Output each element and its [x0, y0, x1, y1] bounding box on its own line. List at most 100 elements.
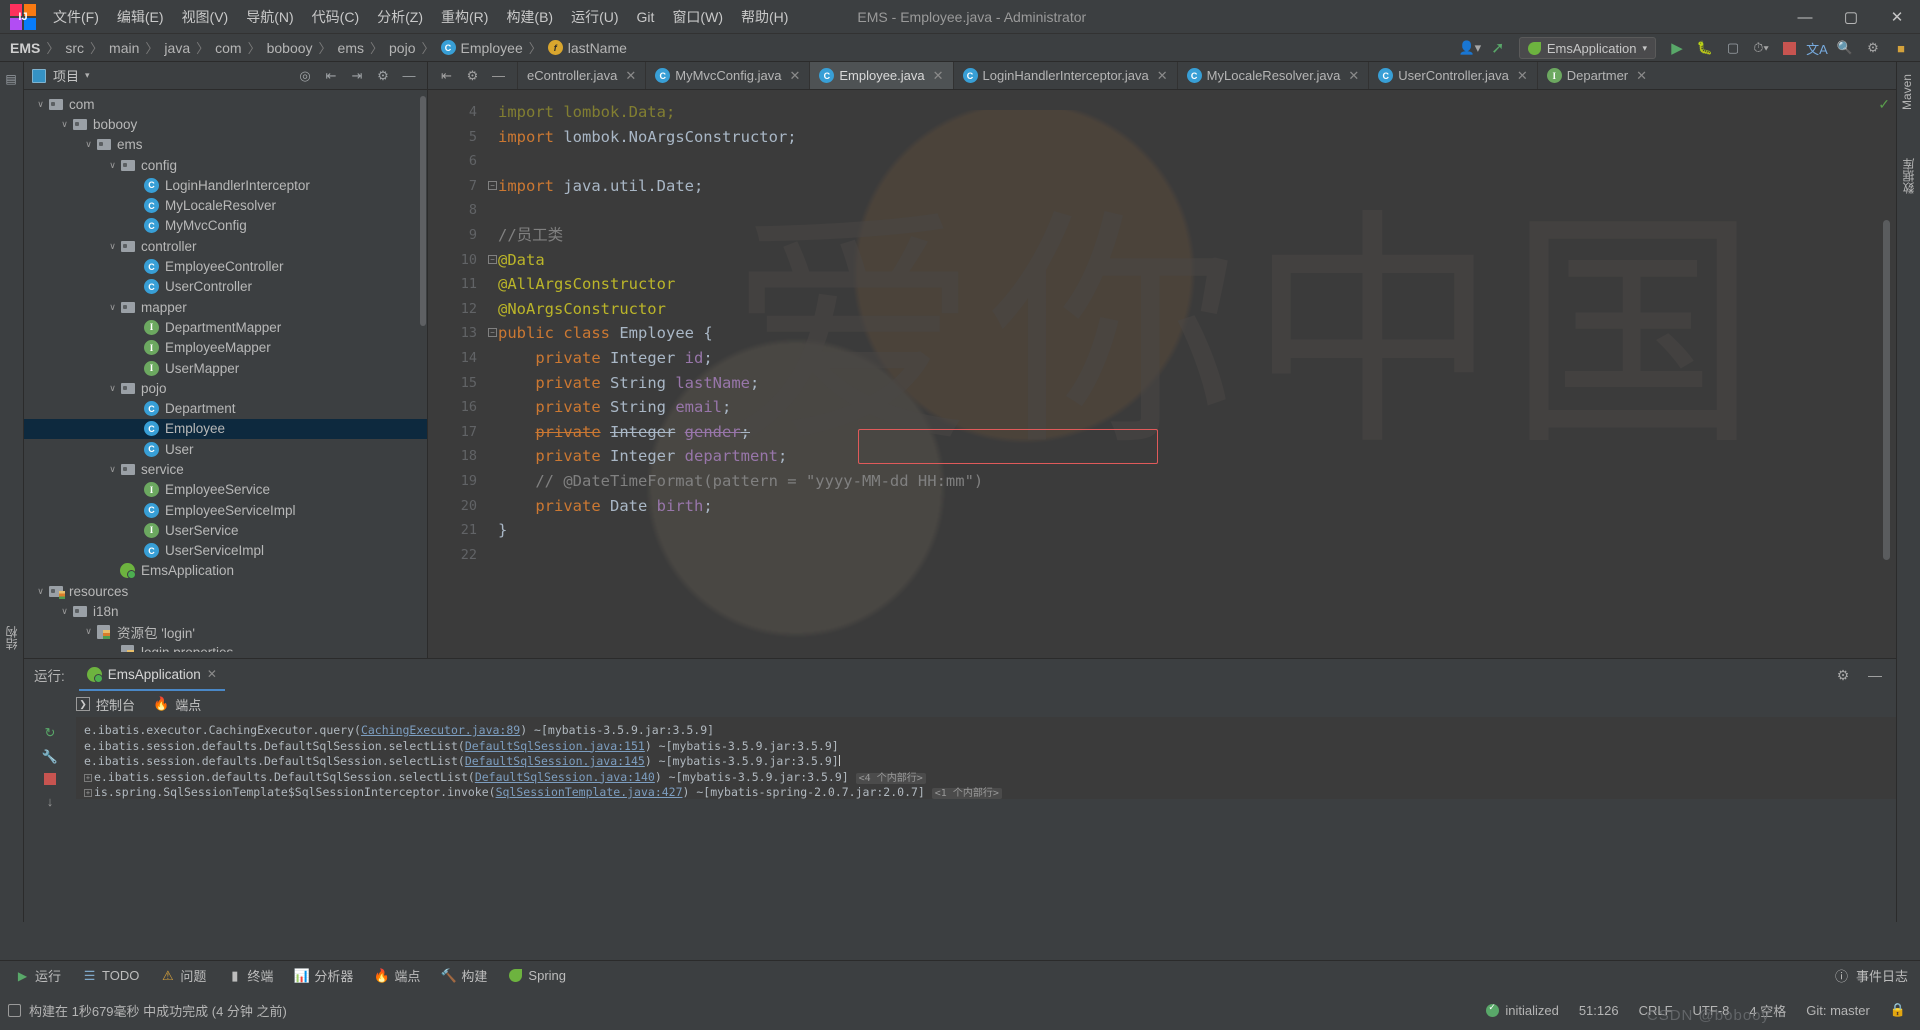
stop-icon[interactable]: [44, 773, 56, 785]
tree-node-i18n[interactable]: ∨ i18n: [24, 601, 427, 621]
breadcrumb-item-bobooy[interactable]: bobooy: [267, 40, 313, 56]
fold-marker-icon[interactable]: −: [488, 328, 497, 338]
bottom-tab-todo[interactable]: ☰ TODO: [73, 964, 149, 987]
close-button[interactable]: ✕: [1874, 0, 1920, 34]
editor-tab-employee-java[interactable]: C Employee.java ✕: [809, 62, 953, 89]
console-link[interactable]: CachingExecutor.java:89: [361, 723, 520, 737]
gear-icon[interactable]: ⚙: [371, 65, 395, 87]
code-line[interactable]: import java.util.Date;: [498, 174, 1872, 199]
close-icon[interactable]: ✕: [933, 68, 944, 84]
menu-item-navigate[interactable]: 导航(N): [237, 3, 302, 31]
code-line[interactable]: import lombok.Data;: [498, 100, 1872, 125]
editor-tab-usercontroller-java[interactable]: C UserController.java ✕: [1368, 62, 1536, 89]
tree-node-loginhandlerinterceptor[interactable]: ·C LoginHandlerInterceptor: [24, 175, 427, 195]
tree-node-usercontroller[interactable]: ·C UserController: [24, 277, 427, 297]
run-icon[interactable]: ▶: [1664, 36, 1690, 60]
run-configuration-selector[interactable]: EmsApplication ▾: [1518, 37, 1656, 59]
chevron-down-icon[interactable]: ∨: [106, 241, 119, 252]
right-strip-tab-maven[interactable]: Maven: [1897, 68, 1917, 116]
close-icon[interactable]: ✕: [1157, 68, 1168, 84]
breadcrumb-item-ems[interactable]: EMS: [10, 40, 40, 56]
tree-node-usermapper[interactable]: ·I UserMapper: [24, 358, 427, 378]
fold-marker-icon[interactable]: +: [84, 789, 92, 797]
chevron-down-icon[interactable]: ∨: [106, 464, 119, 475]
caret-position[interactable]: 51:126: [1579, 1003, 1619, 1018]
code-line[interactable]: private Integer id;: [498, 346, 1872, 371]
tree-node-ems[interactable]: ∨ ems: [24, 135, 427, 155]
menu-item-refactor[interactable]: 重构(R): [432, 3, 497, 31]
plugin-icon[interactable]: ■: [1888, 36, 1914, 60]
breadcrumb-item-ems-pkg[interactable]: ems: [338, 40, 364, 56]
translate-icon[interactable]: 文A: [1804, 36, 1830, 60]
editor-tab-mylocaleresolver-java[interactable]: C MyLocaleResolver.java ✕: [1176, 62, 1369, 89]
tree-node--login-[interactable]: ∨ 资源包 'login': [24, 622, 427, 642]
tree-node-mapper[interactable]: ∨ mapper: [24, 297, 427, 317]
tree-node-userserviceimpl[interactable]: ·C UserServiceImpl: [24, 541, 427, 561]
close-icon[interactable]: ✕: [1636, 68, 1647, 84]
tree-node-employeeservice[interactable]: ·I EmployeeService: [24, 480, 427, 500]
breadcrumb-item-src[interactable]: src: [65, 40, 84, 56]
menu-item-window[interactable]: 窗口(W): [663, 3, 732, 31]
editor-tab-econtroller-java[interactable]: eController.java ✕: [517, 62, 645, 89]
code-line[interactable]: // @DateTimeFormat(pattern = "yyyy-MM-dd…: [498, 469, 1872, 494]
breadcrumb-item-lastname[interactable]: lastName: [568, 40, 627, 56]
menu-item-edit[interactable]: 编辑(E): [108, 3, 173, 31]
tree-node-resources[interactable]: ∨ resources: [24, 581, 427, 601]
menu-item-run[interactable]: 运行(U): [562, 3, 627, 31]
code-line[interactable]: //员工类: [498, 223, 1872, 248]
bottom-tab-problems[interactable]: ⚠ 问题: [151, 962, 216, 989]
tree-node-login-properties[interactable]: · login.properties: [24, 642, 427, 652]
tree-node-user[interactable]: ·C User: [24, 439, 427, 459]
menu-item-git[interactable]: Git: [628, 5, 664, 29]
debug-icon[interactable]: 🐛: [1692, 36, 1718, 60]
scroll-from-source-icon[interactable]: ◎: [293, 65, 317, 87]
editor-scrollbar[interactable]: [1883, 220, 1890, 560]
stop-icon[interactable]: [1776, 36, 1802, 60]
tree-node-mymvcconfig[interactable]: ·C MyMvcConfig: [24, 216, 427, 236]
console-link[interactable]: DefaultSqlSession.java:140: [475, 770, 655, 784]
code-line[interactable]: import lombok.NoArgsConstructor;: [498, 125, 1872, 150]
bottom-tab-terminal[interactable]: ▮ 终端: [218, 962, 283, 989]
search-icon[interactable]: 🔍: [1832, 36, 1858, 60]
chevron-down-icon[interactable]: ∨: [58, 606, 71, 617]
maximize-button[interactable]: ▢: [1828, 0, 1874, 34]
subtab-console[interactable]: ❯ 控制台: [76, 695, 135, 714]
bottom-tab-event-log-label[interactable]: 事件日志: [1856, 966, 1908, 985]
breadcrumb-item-employee[interactable]: Employee: [461, 40, 523, 56]
gear-icon[interactable]: ⚙: [1832, 667, 1854, 684]
lock-icon[interactable]: 🔒: [1890, 1002, 1906, 1018]
code-line[interactable]: private Integer department;: [498, 444, 1872, 469]
tree-node-employeeserviceimpl[interactable]: ·C EmployeeServiceImpl: [24, 500, 427, 520]
code-editor[interactable]: 爱你中国 4 5 6 7 8 9 10 11 12 13 14 15 16 17 18 19 20 21 22 − −…: [428, 90, 1896, 658]
settings-gear-icon[interactable]: ⚙: [1860, 36, 1886, 60]
tree-node-employeemapper[interactable]: ·I EmployeeMapper: [24, 338, 427, 358]
menu-item-help[interactable]: 帮助(H): [732, 3, 797, 31]
console-link[interactable]: DefaultSqlSession.java:151: [465, 739, 645, 753]
code-line[interactable]: private Integer gender;: [498, 420, 1872, 445]
bottom-tab-run[interactable]: ▶ 运行: [6, 962, 71, 989]
chevron-down-icon[interactable]: ▾: [85, 70, 90, 81]
subtab-endpoints[interactable]: 🔥 端点: [153, 695, 201, 714]
breadcrumb-item-java[interactable]: java: [164, 40, 190, 56]
menu-item-code[interactable]: 代码(C): [303, 3, 368, 31]
code-line[interactable]: @Data: [498, 248, 1872, 273]
tree-node-department[interactable]: ·C Department: [24, 398, 427, 418]
code-line[interactable]: @NoArgsConstructor: [498, 297, 1872, 322]
profile-icon[interactable]: ⏱▾: [1748, 36, 1774, 60]
hammer-icon[interactable]: ➚: [1485, 36, 1511, 60]
menu-item-file[interactable]: 文件(F): [44, 3, 108, 31]
tree-node-controller[interactable]: ∨ controller: [24, 236, 427, 256]
chevron-down-icon[interactable]: ∨: [34, 586, 47, 597]
breadcrumb-item-pojo[interactable]: pojo: [389, 40, 415, 56]
code-line[interactable]: [498, 149, 1872, 174]
scroll-down-icon[interactable]: ↓: [37, 789, 63, 813]
bottom-tab-endpoints[interactable]: 🔥 端点: [365, 962, 430, 989]
menu-item-analyze[interactable]: 分析(Z): [368, 3, 432, 31]
tree-node-config[interactable]: ∨ config: [24, 155, 427, 175]
right-strip-tab-database[interactable]: 数据库: [1897, 152, 1920, 200]
run-with-coverage-icon[interactable]: ▢: [1720, 36, 1746, 60]
console-output[interactable]: e.ibatis.executor.CachingExecutor.query(…: [76, 717, 1896, 799]
close-icon[interactable]: ✕: [207, 667, 217, 681]
chevron-down-icon[interactable]: ∨: [34, 99, 47, 110]
bottom-tab-build[interactable]: 🔨 构建: [432, 962, 497, 989]
